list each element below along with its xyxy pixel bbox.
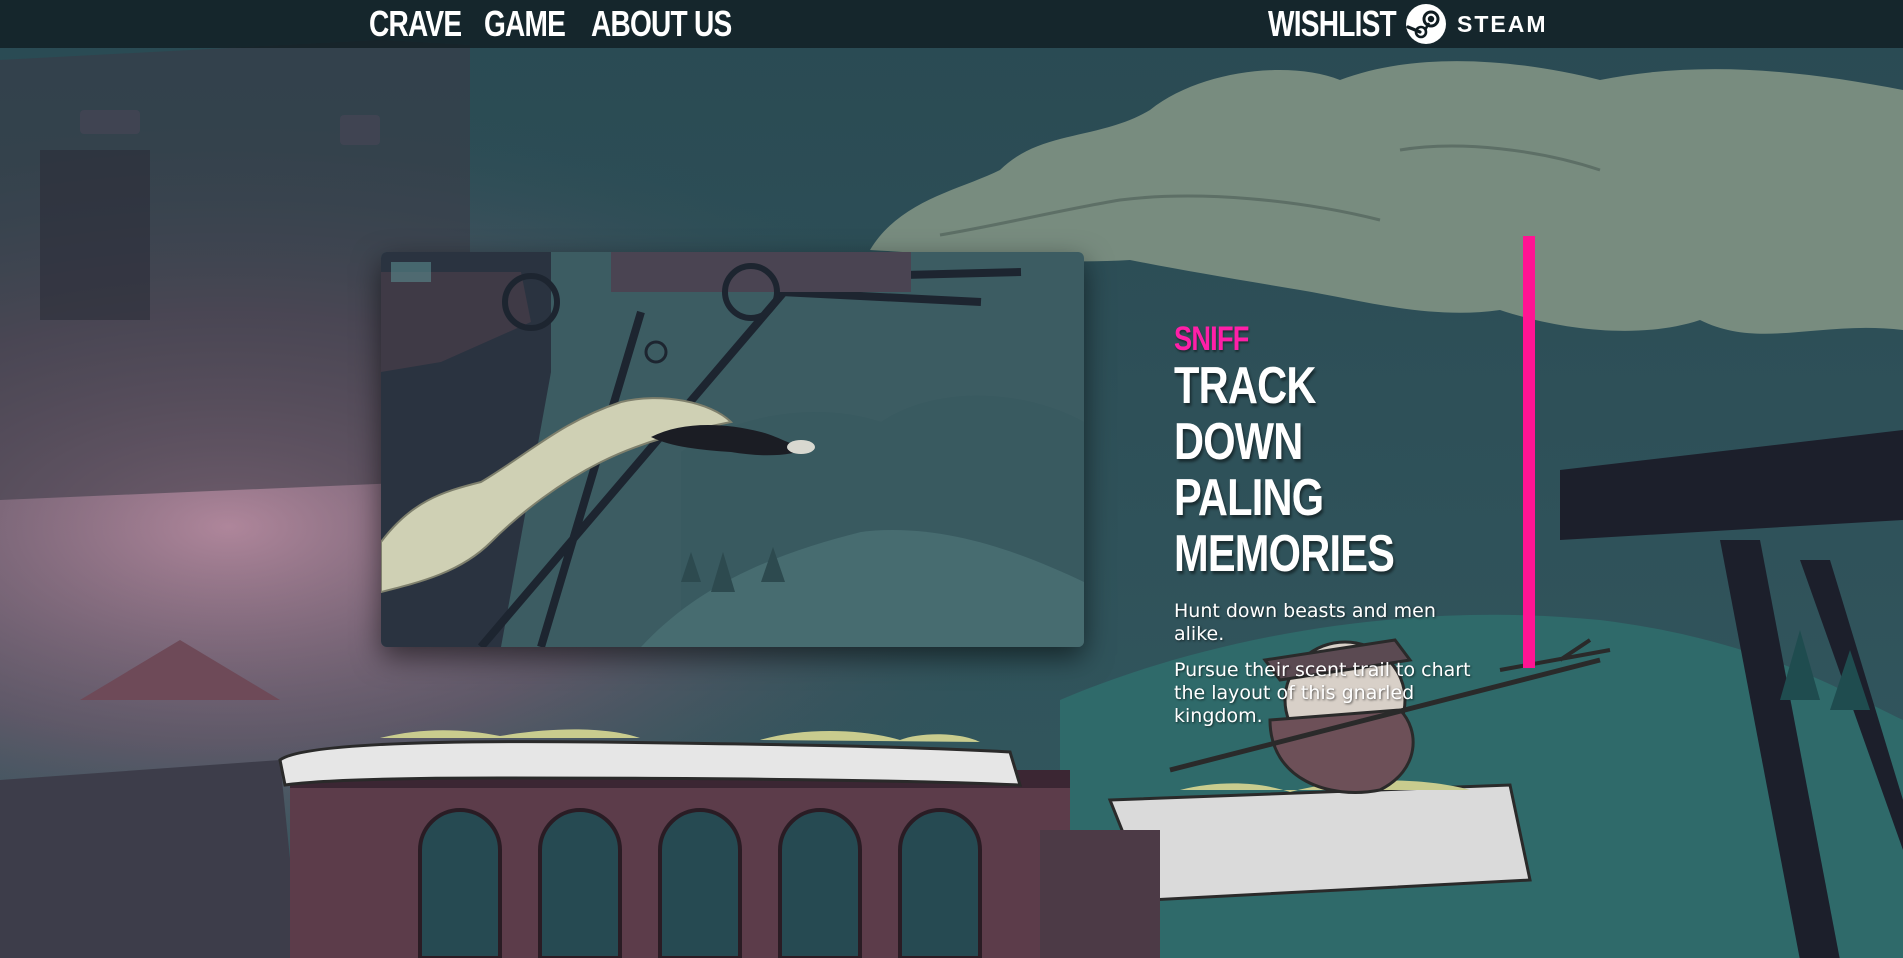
feature-description: Pursue their scent trail to chart the la… [1174, 659, 1471, 727]
headline-line: MEMORIES [1174, 525, 1395, 583]
page: CRAVE GAME ABOUT US WISHLIST STEAM SNIFF… [0, 0, 1903, 958]
feature-description: Hunt down beasts and men alike. [1174, 600, 1436, 645]
steam-icon [1406, 4, 1446, 44]
feature-eyebrow: SNIFF [1174, 320, 1249, 358]
headline-line: TRACK DOWN [1174, 357, 1316, 471]
wishlist-link[interactable]: WISHLIST [1268, 0, 1397, 48]
headline-line: PALING [1174, 469, 1324, 527]
top-nav: CRAVE GAME ABOUT US WISHLIST STEAM [0, 0, 1903, 48]
accent-bar [1523, 236, 1535, 668]
steam-button[interactable]: STEAM [1405, 3, 1548, 45]
gameplay-image [381, 252, 1084, 647]
nav-link-crave[interactable]: CRAVE [369, 0, 462, 48]
nav-link-game[interactable]: GAME [484, 0, 566, 48]
nav-link-about-us[interactable]: ABOUT US [591, 0, 732, 48]
steam-label: STEAM [1457, 11, 1548, 37]
feature-text: SNIFF TRACK DOWN PALING MEMORIES Hunt do… [1174, 320, 1494, 728]
feature-screenshot [381, 252, 1084, 647]
feature-headline: TRACK DOWN PALING MEMORIES [1174, 358, 1438, 582]
